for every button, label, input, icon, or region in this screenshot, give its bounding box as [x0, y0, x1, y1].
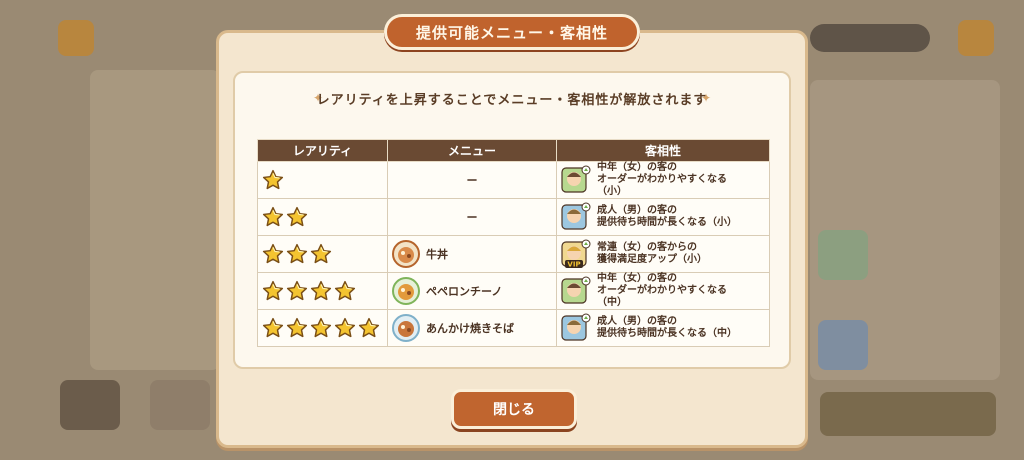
background-action-button: [820, 392, 996, 436]
gyudon-bowl-icon: [392, 240, 420, 268]
svg-text:VIP: VIP: [567, 261, 580, 269]
table-header-row: レアリティ メニュー 客相性: [257, 139, 770, 162]
background-card: [818, 230, 868, 280]
header-rarity: レアリティ: [257, 139, 388, 162]
background-card: [818, 320, 868, 370]
regular-woman-icon: VIP: [561, 239, 591, 269]
background-panel-left: [90, 70, 220, 370]
rarity-cell: [257, 161, 388, 199]
menu-cell: ー: [387, 161, 557, 199]
adult-man-icon: [561, 202, 591, 232]
table-row: ー 中年（女）の客の オーダーがわかりやすくなる （小）: [257, 161, 770, 199]
star-icon: [262, 243, 284, 265]
menu-item: あんかけ焼きそば: [388, 314, 556, 342]
rarity-info-dialog: ✦ レアリティを上昇することでメニュー・客相性が解放されます ✦ レアリティ メ…: [216, 30, 808, 448]
compat-cell: VIP 常連（女）の客からの 獲得満足度アップ（小）: [556, 235, 770, 273]
star-icon: [262, 317, 284, 339]
star-icon: [334, 280, 356, 302]
star-icon: [286, 317, 308, 339]
menu-cell: ペペロンチーノ: [387, 272, 557, 310]
menu-cell: 牛丼: [387, 235, 557, 273]
star-icon: [286, 206, 308, 228]
ankake-yakisoba-plate-icon: [392, 314, 420, 342]
background-menu-icon: [58, 20, 94, 56]
background-settings-icon: [958, 20, 994, 56]
compat-description: 成人（男）の客の 提供待ち時間が長くなる（小）: [597, 205, 737, 228]
background-thumbnail: [60, 380, 120, 430]
star-icon: [286, 280, 308, 302]
rarity-cell: [257, 235, 388, 273]
star-icon: [310, 280, 332, 302]
dialog-title: 提供可能メニュー・客相性: [384, 14, 640, 50]
menu-name: あんかけ焼きそば: [426, 322, 514, 335]
table-row: あんかけ焼きそば 成人（男）の客の 提供待ち時間が長くなる（中）: [257, 309, 770, 347]
star-icon: [262, 169, 284, 191]
peperoncino-plate-icon: [392, 277, 420, 305]
middle-aged-woman-icon: [561, 276, 591, 306]
star-icon: [358, 317, 380, 339]
sparkle-icon: ✦: [700, 91, 711, 105]
star-icon: [310, 317, 332, 339]
rarity-cell: [257, 198, 388, 236]
header-compat: 客相性: [556, 139, 770, 162]
star-icon: [262, 206, 284, 228]
menu-cell: ー: [387, 198, 557, 236]
close-button[interactable]: 閉じる: [451, 389, 577, 429]
star-icon: [310, 243, 332, 265]
rarity-table: レアリティ メニュー 客相性 ー 中年（女）の客の オーダーがわかりやすくなる （小）…: [257, 139, 770, 347]
star-icon: [262, 280, 284, 302]
star-icon: [286, 243, 308, 265]
menu-name: ペペロンチーノ: [426, 285, 503, 298]
menu-name: ー: [466, 174, 478, 187]
background-thumbnail: [150, 380, 210, 430]
menu-name: ー: [466, 211, 478, 224]
middle-aged-woman-icon: [561, 165, 591, 195]
menu-cell: あんかけ焼きそば: [387, 309, 557, 347]
dialog-content: ✦ レアリティを上昇することでメニュー・客相性が解放されます ✦ レアリティ メ…: [233, 71, 791, 369]
table-row: ー 成人（男）の客の 提供待ち時間が長くなる（小）: [257, 198, 770, 236]
menu-name: 牛丼: [426, 248, 448, 261]
table-row: ペペロンチーノ 中年（女）の客の オーダーがわかりやすくなる （中）: [257, 272, 770, 310]
menu-item: ペペロンチーノ: [388, 277, 556, 305]
rarity-cell: [257, 309, 388, 347]
compat-cell: 中年（女）の客の オーダーがわかりやすくなる （小）: [556, 161, 770, 199]
compat-cell: 中年（女）の客の オーダーがわかりやすくなる （中）: [556, 272, 770, 310]
compat-description: 中年（女）の客の オーダーがわかりやすくなる （小）: [597, 162, 727, 197]
menu-item: 牛丼: [388, 240, 556, 268]
header-menu: メニュー: [387, 139, 557, 162]
compat-cell: 成人（男）の客の 提供待ち時間が長くなる（小）: [556, 198, 770, 236]
compat-cell: 成人（男）の客の 提供待ち時間が長くなる（中）: [556, 309, 770, 347]
compat-description: 成人（男）の客の 提供待ち時間が長くなる（中）: [597, 316, 737, 339]
table-row: 牛丼 VIP 常連（女）の客からの 獲得満足度アップ（小）: [257, 235, 770, 273]
compat-description: 中年（女）の客の オーダーがわかりやすくなる （中）: [597, 273, 727, 308]
background-currency-pill: [810, 24, 930, 52]
rarity-cell: [257, 272, 388, 310]
adult-man-icon: [561, 313, 591, 343]
compat-description: 常連（女）の客からの 獲得満足度アップ（小）: [597, 242, 707, 265]
star-icon: [334, 317, 356, 339]
